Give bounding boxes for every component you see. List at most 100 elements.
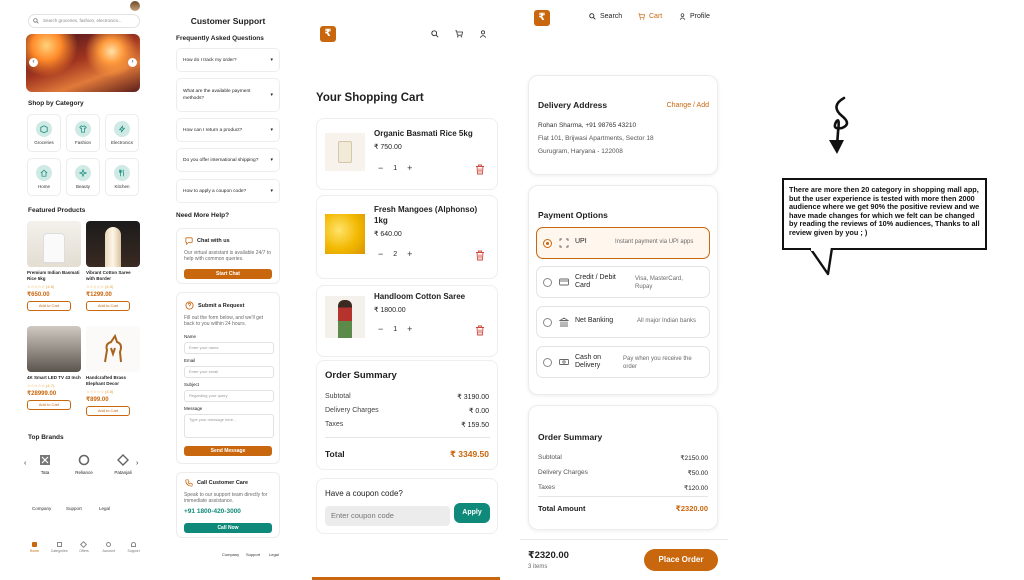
- add-to-cart-button[interactable]: Add to Cart: [86, 301, 130, 311]
- profile-icon: [679, 13, 686, 20]
- category-electronics[interactable]: Electronics: [105, 114, 139, 152]
- coupon-input[interactable]: Enter coupon code: [325, 506, 450, 526]
- nav-cart[interactable]: Cart: [638, 13, 662, 20]
- phone-icon: [185, 479, 193, 487]
- hero-banner[interactable]: ‹ ›: [26, 34, 140, 92]
- call-now-button[interactable]: Call Now: [184, 523, 272, 533]
- increase-button[interactable]: +: [407, 324, 412, 334]
- nav-home[interactable]: Home: [24, 542, 44, 553]
- footer-link-company[interactable]: Company: [222, 552, 239, 557]
- add-to-cart-button[interactable]: Add to Cart: [86, 406, 130, 416]
- product-card[interactable]: Handcrafted Brass Elephant Decor ☆☆☆☆☆ (…: [86, 326, 140, 426]
- faq-item[interactable]: How can I return a product? ▾: [176, 118, 280, 142]
- add-to-cart-button[interactable]: Add to Cart: [27, 301, 71, 311]
- faq-item[interactable]: What are the available payment methods? ▾: [176, 78, 280, 112]
- checkout-screen: ₹ Search Cart Profile Delivery Address C…: [520, 0, 728, 580]
- product-card[interactable]: Premium Indian Basmati Rice 5kg ☆☆☆☆☆ (4…: [27, 221, 81, 321]
- bank-icon: [559, 317, 569, 327]
- app-logo[interactable]: ₹: [320, 26, 336, 42]
- order-summary-title: Order Summary: [325, 370, 397, 381]
- faq-item[interactable]: How to apply a coupon code? ▾: [176, 179, 280, 203]
- search-placeholder: Search groceries, fashion, electronics..…: [43, 18, 122, 23]
- cart-item: Organic Basmati Rice 5kg ₹ 750.00 − 1 +: [316, 118, 498, 190]
- radio[interactable]: [543, 358, 552, 367]
- decrease-button[interactable]: −: [378, 324, 383, 334]
- add-to-cart-button[interactable]: Add to Cart: [27, 400, 71, 410]
- product-card[interactable]: 4K Smart LED TV 43 Inch ☆☆☆☆☆ (4.7) ₹289…: [27, 326, 81, 426]
- nav-profile[interactable]: Profile: [679, 13, 710, 20]
- footer-link-legal[interactable]: Legal: [269, 552, 279, 557]
- nav-support[interactable]: Support: [124, 542, 144, 553]
- decrease-button[interactable]: −: [378, 249, 383, 259]
- decrease-button[interactable]: −: [378, 163, 383, 173]
- payment-option-upi[interactable]: UPI Instant payment via UPI apps: [536, 227, 710, 259]
- faq-item[interactable]: How do I track my order? ▾: [176, 48, 280, 72]
- home-icon: [36, 165, 52, 181]
- cart-icon[interactable]: [455, 30, 463, 38]
- search-icon[interactable]: [431, 30, 439, 38]
- footer-link-support[interactable]: Support: [66, 506, 82, 511]
- nav-categories[interactable]: Categories: [49, 542, 69, 553]
- faq-item[interactable]: Do you offer international shipping? ▾: [176, 148, 280, 172]
- name-field[interactable]: Enter your name: [184, 342, 274, 354]
- start-chat-button[interactable]: Start Chat: [184, 269, 272, 279]
- quantity-stepper[interactable]: − 1 +: [378, 163, 412, 173]
- apply-coupon-button[interactable]: Apply: [454, 503, 490, 523]
- nav-search[interactable]: Search: [589, 13, 622, 20]
- change-address-link[interactable]: Change / Add: [667, 102, 709, 109]
- footer-link-company[interactable]: Company: [32, 506, 51, 511]
- call-card: Call Customer Care Speak to our support …: [176, 472, 280, 538]
- chat-icon: [185, 237, 193, 245]
- quantity-stepper[interactable]: − 2 +: [378, 249, 412, 259]
- payment-option-cod[interactable]: Cash on Delivery Pay when you receive th…: [536, 346, 710, 378]
- payment-option-card[interactable]: Credit / Debit Card Visa, MasterCard, Ru…: [536, 266, 710, 298]
- category-groceries[interactable]: Groceries: [27, 114, 61, 152]
- nav-account[interactable]: Account: [99, 542, 119, 553]
- category-beauty[interactable]: Beauty: [66, 158, 100, 196]
- category-kitchen[interactable]: Kitchen: [105, 158, 139, 196]
- carousel-prev-icon[interactable]: ‹: [29, 58, 38, 67]
- radio[interactable]: [543, 318, 552, 327]
- item-price: ₹ 750.00: [374, 144, 402, 151]
- brands-next-icon[interactable]: ›: [136, 460, 138, 467]
- profile-icon[interactable]: [479, 30, 487, 38]
- top-brands-title: Top Brands: [28, 434, 64, 441]
- order-summary-title: Order Summary: [538, 432, 603, 442]
- app-logo[interactable]: ₹: [534, 10, 550, 26]
- subject-field[interactable]: Regarding your query: [184, 390, 274, 402]
- radio[interactable]: [543, 278, 552, 287]
- increase-button[interactable]: +: [407, 249, 412, 259]
- footer-link-support[interactable]: Support: [246, 552, 260, 557]
- email-field[interactable]: Enter your email: [184, 366, 274, 378]
- search-input[interactable]: Search groceries, fashion, electronics..…: [28, 14, 140, 28]
- category-home[interactable]: Home: [27, 158, 61, 196]
- trash-icon[interactable]: [475, 164, 485, 175]
- trash-icon[interactable]: [475, 250, 485, 261]
- chevron-down-icon: ▾: [270, 157, 273, 163]
- brand-reliance[interactable]: Reliance: [67, 450, 101, 484]
- payment-option-netbanking[interactable]: Net Banking All major Indian banks: [536, 306, 710, 338]
- trash-icon[interactable]: [475, 325, 485, 336]
- radio-selected[interactable]: [543, 239, 552, 248]
- brand-patanjali[interactable]: Patanjali: [106, 450, 140, 484]
- product-card[interactable]: Vibrant Cotton Saree with Border ☆☆☆☆☆ (…: [86, 221, 140, 321]
- order-summary-card: Order Summary Subtotal ₹ 3190.00 Deliver…: [316, 360, 498, 470]
- footer-link-legal[interactable]: Legal: [99, 506, 110, 511]
- support-phone[interactable]: +91 1800-420-3000: [184, 508, 241, 515]
- avatar[interactable]: [130, 1, 140, 11]
- brands-prev-icon[interactable]: ‹: [24, 460, 26, 467]
- product-image: [325, 214, 365, 254]
- brand-tata[interactable]: Tata: [28, 450, 62, 484]
- product-image: [325, 296, 365, 338]
- carousel-next-icon[interactable]: ›: [128, 58, 137, 67]
- message-field[interactable]: Type your message here...: [184, 414, 274, 438]
- quantity-stepper[interactable]: − 1 +: [378, 324, 412, 334]
- category-fashion[interactable]: Fashion: [66, 114, 100, 152]
- place-order-button[interactable]: Place Order: [644, 549, 718, 571]
- home-screen: Search groceries, fashion, electronics..…: [22, 0, 148, 580]
- nav-offers[interactable]: Offers: [74, 540, 94, 553]
- support-screen: Customer Support Frequently Asked Questi…: [172, 0, 284, 580]
- kitchen-icon: [114, 165, 130, 181]
- send-message-button[interactable]: Send Message: [184, 446, 272, 456]
- increase-button[interactable]: +: [407, 163, 412, 173]
